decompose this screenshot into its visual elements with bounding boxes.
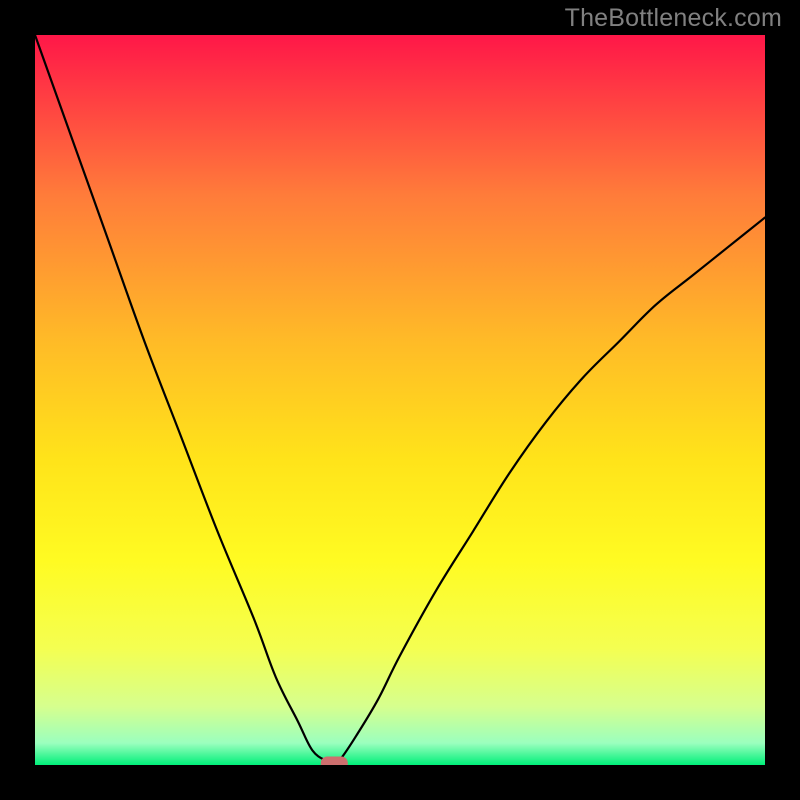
bottleneck-chart-svg <box>0 0 800 800</box>
frame-bottom <box>0 765 800 800</box>
frame-left <box>0 0 35 800</box>
watermark-text: TheBottleneck.com <box>565 4 782 33</box>
chart-container: { "watermark": "TheBottleneck.com", "col… <box>0 0 800 800</box>
frame-right <box>765 0 800 800</box>
